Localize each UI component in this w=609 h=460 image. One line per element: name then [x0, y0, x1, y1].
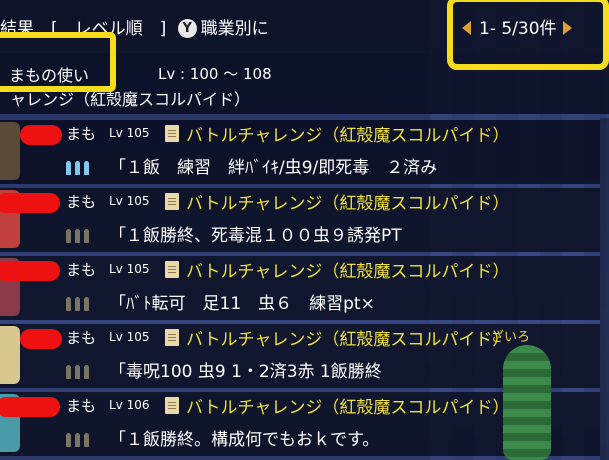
document-icon: [165, 261, 179, 278]
level-range: Lv : 100 ～ 108: [158, 65, 272, 83]
party-members-icon: [66, 428, 100, 447]
party-members-icon: [66, 156, 100, 175]
row-job: まも: [66, 397, 97, 415]
row-job: まも: [66, 193, 97, 211]
party-members-icon: [66, 360, 100, 379]
row-message: 「１飯勝終、死毒混１００虫９誘発PT: [109, 226, 402, 246]
redaction-mark: [20, 125, 62, 145]
redaction-mark: [0, 261, 60, 281]
row-job: まも: [66, 125, 97, 143]
row-job: まも: [66, 261, 97, 279]
row-message: 「ﾊﾞﾄ転可 足11 虫６ 練習pt×: [109, 294, 375, 314]
row-level: Lv 106: [109, 398, 150, 412]
row-title: バトルチャレンジ（紅殻魔スコルパイド）: [186, 194, 510, 214]
document-icon: [165, 125, 179, 142]
party-members-icon: [66, 224, 100, 243]
y-button-icon[interactable]: Y: [177, 19, 197, 38]
list-item[interactable]: まも Lv 105 バトルチャレンジ（紅殻魔スコルパイド） 「１飯勝終、死毒混１…: [0, 186, 609, 254]
highlight-box-job: [0, 32, 116, 92]
avatar: [0, 122, 20, 180]
document-icon: [165, 397, 179, 414]
npc-character: [503, 345, 551, 460]
row-title: バトルチャレンジ（紅殻魔スコルパイド）: [186, 126, 510, 146]
row-message: 「毒呪100 虫9 1・2済3赤 1飯勝終: [109, 362, 382, 382]
highlight-box-pager: [447, 0, 609, 70]
row-job: まも: [66, 329, 97, 347]
row-message: 「１飯勝終。構成何でもおｋです。: [109, 430, 380, 450]
row-title: バトルチャレンジ（紅殻魔スコルパイド）: [186, 330, 510, 350]
row-level: Lv 105: [109, 126, 150, 140]
list-edge: [600, 118, 609, 460]
redaction-mark: [0, 193, 60, 213]
party-members-icon: [66, 292, 100, 311]
row-title: バトルチャレンジ（紅殻魔スコルパイド）: [186, 262, 510, 282]
avatar: [0, 326, 20, 384]
document-icon: [165, 193, 179, 210]
document-icon: [165, 329, 179, 346]
redaction-mark: [0, 397, 60, 417]
row-level: Lv 105: [109, 262, 150, 276]
row-message: 「１飯 練習 絆ﾊﾞｲｷ/虫9/即死毒 ２済み: [109, 158, 438, 178]
list-item[interactable]: まも Lv 105 バトルチャレンジ（紅殻魔スコルパイド） 「ﾊﾞﾄ転可 足11…: [0, 254, 609, 322]
redaction-mark: [20, 329, 62, 349]
list-item[interactable]: まも Lv 105 バトルチャレンジ（紅殻魔スコルパイド） 「１飯 練習 絆ﾊﾞ…: [0, 118, 609, 186]
job-sort-label[interactable]: 職業別に: [201, 19, 269, 39]
npc-name: ざいろ: [491, 330, 531, 345]
row-title: バトルチャレンジ（紅殻魔スコルパイド）: [186, 398, 510, 418]
row-level: Lv 105: [109, 330, 150, 344]
row-level: Lv 105: [109, 194, 150, 208]
